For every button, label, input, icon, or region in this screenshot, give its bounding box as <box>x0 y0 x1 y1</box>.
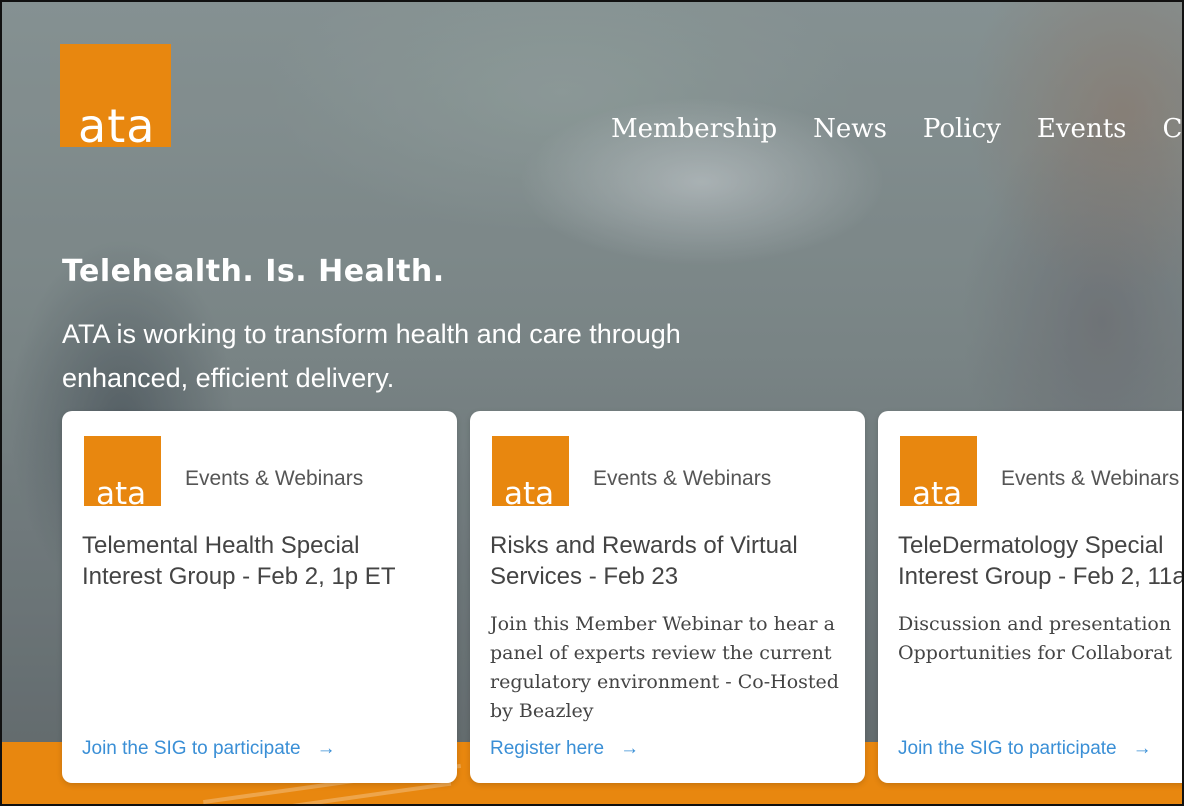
nav-item-events[interactable]: Events <box>1037 114 1127 144</box>
card-logo-text: ata <box>96 476 147 512</box>
nav-item-membership[interactable]: Membership <box>611 114 777 144</box>
card-link-label: Join the SIG to participate <box>82 738 301 759</box>
card-logo-text: ata <box>912 476 963 512</box>
card-logo: ata <box>900 436 977 512</box>
card-category: Events & Webinars <box>185 467 364 490</box>
card-category: Events & Webinars <box>593 467 772 490</box>
card-logo: ata <box>492 436 569 512</box>
arrow-right-icon: → <box>620 738 640 759</box>
card-description: Join this Member Webinar to hear a panel… <box>490 613 839 722</box>
card-link[interactable]: Join the SIG to participate → <box>898 738 1152 760</box>
card-logo-text: ata <box>504 476 555 512</box>
card-category: Events & Webinars <box>1001 467 1180 490</box>
card-title[interactable]: Risks and Rewards of Virtual Services - … <box>490 530 840 592</box>
card-link[interactable]: Register here → <box>490 738 639 760</box>
ata-logo[interactable]: ata <box>60 44 171 153</box>
hero-subhead: ATA is working to transform health and c… <box>62 319 681 393</box>
main-nav: Membership News Policy Events Co <box>611 114 1182 144</box>
arrow-right-icon: → <box>316 738 336 759</box>
event-card[interactable]: ata Events & Webinars Risks and Rewards … <box>470 411 865 783</box>
page-frame: ata Membership News Policy Events Co Tel… <box>0 0 1184 806</box>
hero-headline: Telehealth. Is. Health. <box>62 254 445 289</box>
arrow-right-icon: → <box>1132 738 1152 759</box>
nav-item-policy[interactable]: Policy <box>923 114 1001 144</box>
card-title[interactable]: Telemental Health Special Interest Group… <box>82 530 432 592</box>
event-card[interactable]: ata Events & Webinars TeleDermatology Sp… <box>878 411 1182 783</box>
card-description: Discussion and presentation Opportunitie… <box>898 613 1173 664</box>
nav-item-news[interactable]: News <box>813 114 887 144</box>
logo-text: ata <box>78 99 156 153</box>
card-link-label: Join the SIG to participate <box>898 738 1117 759</box>
nav-item-co[interactable]: Co <box>1162 114 1182 144</box>
card-link-label: Register here <box>490 738 605 759</box>
card-title[interactable]: TeleDermatology Special Interest Group -… <box>898 530 1182 592</box>
card-link[interactable]: Join the SIG to participate → <box>82 738 336 760</box>
event-card[interactable]: ata Events & Webinars Telemental Health … <box>62 411 457 783</box>
card-logo: ata <box>84 436 161 512</box>
